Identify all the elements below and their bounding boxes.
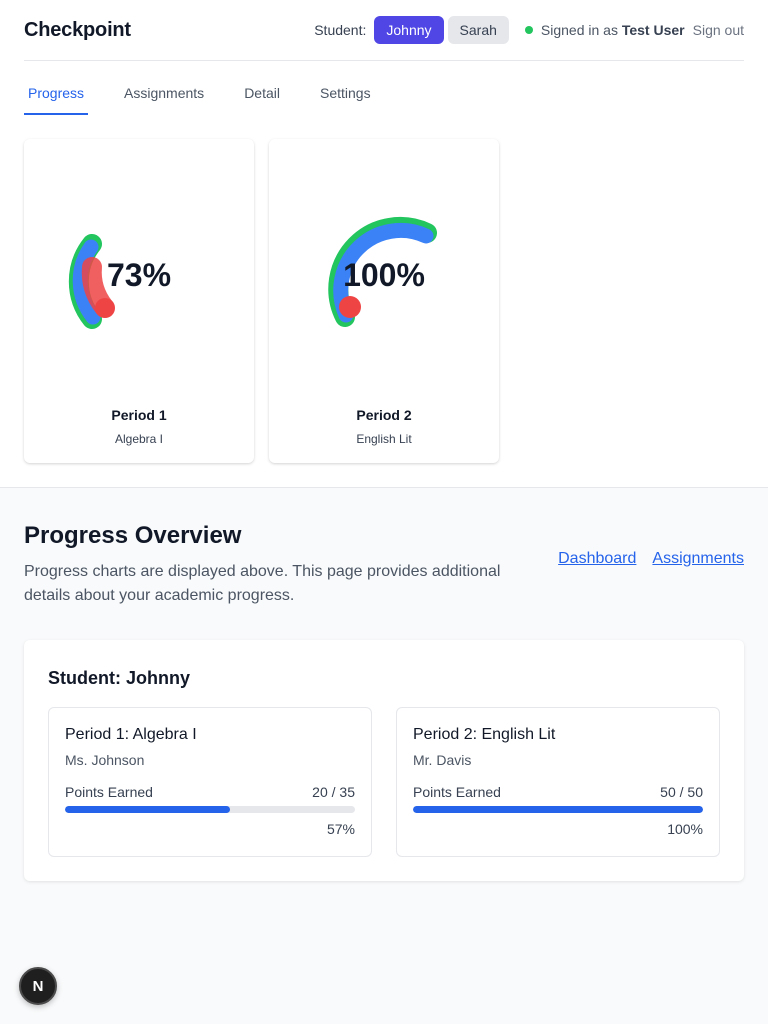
progress-bar-fill: [413, 806, 703, 813]
overview-links: Dashboard Assignments: [542, 522, 744, 608]
gauge-title: Period 2: [356, 407, 412, 423]
tab-assignments[interactable]: Assignments: [120, 85, 208, 115]
points-label: Points Earned: [413, 784, 501, 800]
top-section: Checkpoint Student: Johnny Sarah Signed …: [0, 0, 768, 488]
gauge-title: Period 1: [111, 407, 167, 423]
student-johnny-button[interactable]: Johnny: [374, 16, 444, 44]
gauge-card-period-1[interactable]: 73% Period 1 Algebra I: [24, 139, 254, 463]
points-row: Points Earned 50 / 50: [413, 784, 703, 800]
gauge-card-period-2[interactable]: 100% Period 2 English Lit: [269, 139, 499, 463]
gauge-marker-dot: [339, 296, 361, 318]
period-percent: 100%: [667, 821, 703, 837]
bottom-section: Progress Overview Progress charts are di…: [0, 522, 768, 881]
tab-progress[interactable]: Progress: [24, 85, 89, 115]
student-sarah-button[interactable]: Sarah: [447, 16, 509, 44]
student-card: Student: Johnny Period 1: Algebra I Ms. …: [24, 640, 744, 881]
overview-title: Progress Overview: [24, 522, 242, 549]
overview-text: Progress Overview Progress charts are di…: [24, 522, 542, 608]
assignments-link[interactable]: Assignments: [652, 550, 744, 608]
header-controls: Student: Johnny Sarah Signed in as Test …: [314, 16, 744, 44]
period-teacher: Ms. Johnson: [65, 752, 145, 768]
progress-bar-fill: [65, 806, 231, 813]
tab-settings[interactable]: Settings: [316, 85, 375, 115]
points-value: 50 / 50: [660, 784, 703, 800]
period-percent: 57%: [326, 821, 355, 837]
sign-out-link[interactable]: Sign out: [693, 22, 744, 38]
overview-description: Progress charts are displayed above. Thi…: [24, 563, 501, 604]
signed-in-prefix: Signed in as: [540, 22, 618, 38]
student-label: Student:: [314, 22, 367, 38]
app-title: Checkpoint: [24, 18, 131, 41]
period-name: Period 2: English Lit: [413, 726, 556, 743]
gauge-percent: 73%: [106, 257, 172, 293]
progress-bar: [65, 806, 355, 813]
dashboard-link[interactable]: Dashboard: [558, 550, 636, 608]
overview-header: Progress Overview Progress charts are di…: [24, 522, 744, 608]
tab-bar: Progress Assignments Detail Settings: [24, 61, 744, 115]
period-teacher: Mr. Davis: [413, 752, 472, 768]
period-name: Period 1: Algebra I: [65, 726, 197, 743]
period-list: Period 1: Algebra I Ms. Johnson Points E…: [48, 707, 720, 857]
points-label: Points Earned: [65, 784, 153, 800]
user-name: Test User: [621, 22, 685, 38]
student-card-title: Student: Johnny: [48, 668, 190, 688]
points-row: Points Earned 20 / 35: [65, 784, 355, 800]
gauge-subtitle: English Lit: [356, 432, 412, 446]
points-value: 20 / 35: [312, 784, 355, 800]
signed-in-text: Signed in as Test User: [541, 22, 685, 38]
app-header: Checkpoint Student: Johnny Sarah Signed …: [24, 0, 744, 61]
progress-bar: [413, 806, 703, 813]
online-status-icon: [524, 26, 533, 34]
gauge-subtitle: Algebra I: [114, 432, 164, 446]
gauge-marker-dot: [95, 298, 115, 318]
period-card-2[interactable]: Period 2: English Lit Mr. Davis Points E…: [396, 707, 720, 857]
gauge-cards: 73% Period 1 Algebra I 100% Period 2 Eng…: [24, 139, 744, 463]
period-card-1[interactable]: Period 1: Algebra I Ms. Johnson Points E…: [48, 707, 372, 857]
nextjs-dev-badge-icon[interactable]: N: [19, 967, 57, 1005]
gauge-percent: 100%: [343, 257, 425, 293]
tab-detail[interactable]: Detail: [240, 85, 284, 115]
